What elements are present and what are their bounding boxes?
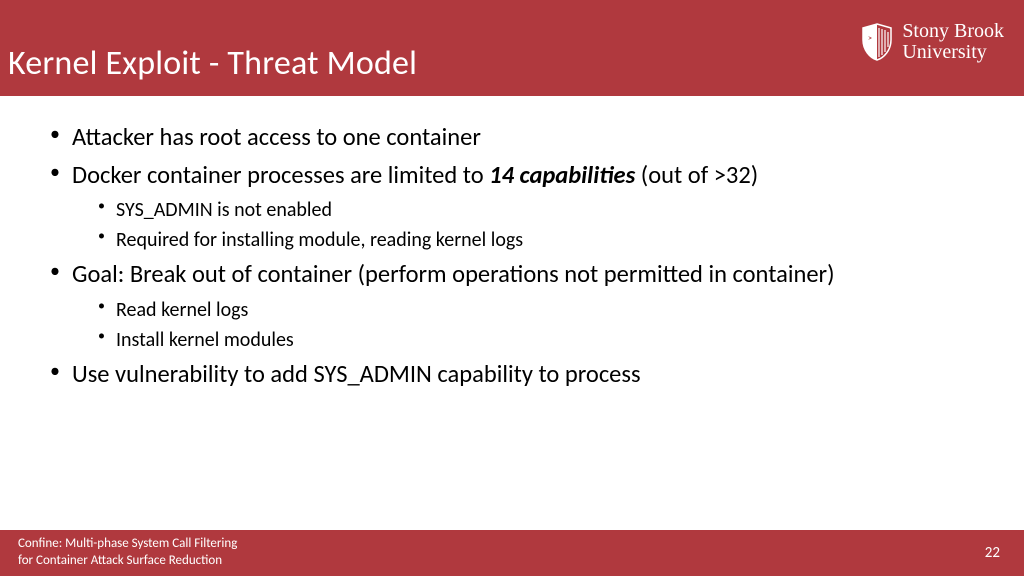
bullet-item: Use vulnerability to add SYS_ADMIN capab… (48, 357, 964, 393)
bullet-text: Attacker has root access to one containe… (72, 122, 481, 152)
slide-title: Kernel Exploit - Threat Model (8, 43, 417, 84)
bullet-item: Goal: Break out of container (perform op… (48, 257, 964, 355)
sub-bullet-text: Required for installing module, reading … (116, 228, 523, 252)
slide-body: Attacker has root access to one containe… (0, 96, 1024, 530)
slide-footer: Confine: Multi-phase System Call Filteri… (0, 530, 1024, 576)
sub-bullet-item: Read kernel logs (72, 295, 964, 325)
sub-bullet-item: SYS_ADMIN is not enabled (72, 195, 964, 225)
sub-bullet-text: Install kernel modules (116, 328, 294, 352)
university-logo: Stony Brook University (860, 21, 1004, 63)
bullet-text: Goal: Break out of container (perform op… (72, 259, 835, 289)
bullet-list: Attacker has root access to one containe… (48, 120, 964, 392)
bullet-text-bold: 14 capabilities (489, 160, 635, 190)
logo-text: Stony Brook University (902, 21, 1004, 63)
sub-bullet-text: SYS_ADMIN is not enabled (116, 198, 332, 222)
footer-line1: Confine: Multi-phase System Call Filteri… (18, 536, 237, 553)
page-number: 22 (985, 544, 1000, 562)
bullet-text-pre: Docker container processes are limited t… (72, 160, 489, 190)
sub-bullet-item: Install kernel modules (72, 325, 964, 355)
sub-bullet-list: Read kernel logs Install kernel modules (72, 295, 964, 355)
logo-line2: University (902, 42, 1004, 63)
shield-icon (860, 22, 894, 62)
bullet-text: Use vulnerability to add SYS_ADMIN capab… (72, 359, 641, 389)
slide-header: Kernel Exploit - Threat Model Stony Broo… (0, 0, 1024, 96)
bullet-text-post: (out of >32) (635, 160, 758, 190)
slide: Kernel Exploit - Threat Model Stony Broo… (0, 0, 1024, 576)
footer-title: Confine: Multi-phase System Call Filteri… (18, 536, 237, 570)
sub-bullet-text: Read kernel logs (116, 298, 248, 322)
bullet-item: Attacker has root access to one containe… (48, 120, 964, 156)
footer-line2: for Container Attack Surface Reduction (18, 553, 237, 570)
sub-bullet-list: SYS_ADMIN is not enabled Required for in… (72, 195, 964, 255)
sub-bullet-item: Required for installing module, reading … (72, 225, 964, 255)
bullet-item: Docker container processes are limited t… (48, 158, 964, 256)
logo-line1: Stony Brook (902, 21, 1004, 42)
